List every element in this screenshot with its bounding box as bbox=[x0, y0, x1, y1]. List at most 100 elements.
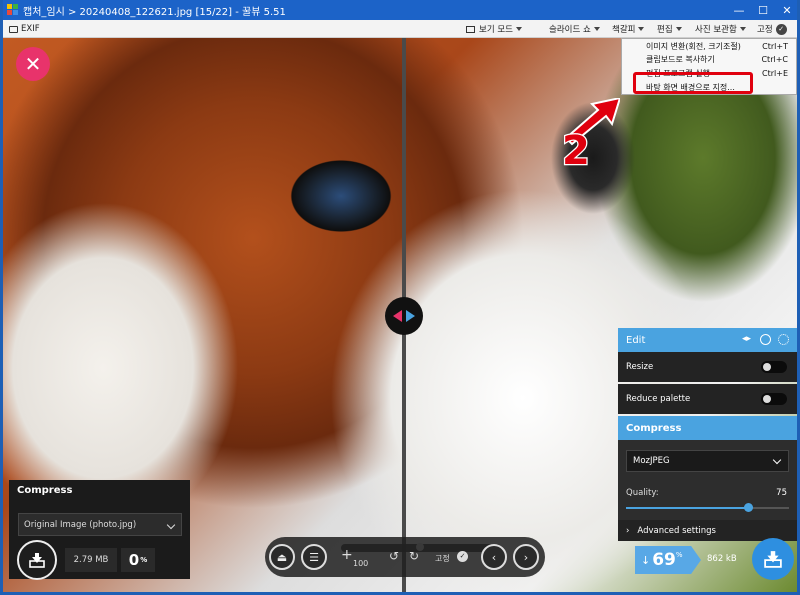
camera-icon bbox=[9, 25, 18, 33]
menu-bookmark[interactable]: 책갈피 bbox=[612, 20, 645, 38]
left-download-button[interactable] bbox=[17, 540, 57, 580]
quality-slider[interactable] bbox=[626, 503, 789, 512]
image-viewer[interactable]: ✕ 이미지 변환(회전, 크기조절) Ctrl+T 클립보드로 복사하기 Ctr… bbox=[3, 38, 797, 592]
context-item-image-transform[interactable]: 이미지 변환(회전, 크기조절) Ctrl+T bbox=[622, 40, 797, 53]
left-file-size: 2.79 MB bbox=[65, 548, 117, 572]
zoom-in-icon[interactable]: + bbox=[341, 547, 353, 563]
exif-button[interactable]: EXIF bbox=[9, 20, 40, 38]
right-percent-unit: % bbox=[675, 551, 683, 559]
left-compress-title: Compress bbox=[17, 485, 73, 496]
split-arrows-icon bbox=[393, 310, 415, 322]
context-item-label: 이미지 변환(회전, 크기조절) bbox=[646, 42, 741, 51]
advanced-settings-label: Advanced settings bbox=[637, 525, 716, 536]
toolbar: EXIF 보기 모드 슬라이드 쇼 책갈피 편집 사진 보관함 고정 ✓ bbox=[3, 20, 797, 38]
menu-edit-label: 편집 bbox=[657, 25, 673, 35]
down-arrow-icon: ↓ bbox=[641, 553, 651, 567]
resize-toggle[interactable] bbox=[761, 361, 787, 373]
compare-split-handle[interactable] bbox=[385, 297, 423, 335]
menu-photo-archive-label: 사진 보관함 bbox=[695, 25, 737, 35]
settings-alt-icon[interactable] bbox=[778, 334, 789, 345]
menu-view-mode[interactable]: 보기 모드 bbox=[466, 20, 522, 38]
step-annotation: 2 bbox=[554, 96, 622, 175]
right-download-button[interactable] bbox=[752, 538, 794, 580]
codec-selected: MozJPEG bbox=[633, 456, 670, 466]
close-compare-button[interactable]: ✕ bbox=[16, 47, 50, 81]
chevron-down-icon bbox=[675, 27, 682, 31]
chevron-down-icon bbox=[166, 520, 176, 530]
app-window: 캡처_임시 > 20240408_122621.jpg [15/22] - 꿀뷰… bbox=[0, 0, 800, 595]
resize-label: Resize bbox=[626, 362, 654, 372]
edit-panel-title: Edit bbox=[626, 334, 646, 346]
compress-section: Compress MozJPEG Quality: 75 › Advanced … bbox=[618, 416, 797, 541]
bottom-pin-label[interactable]: 고정 bbox=[435, 553, 450, 564]
left-format-select[interactable]: Original Image (photo.jpg) bbox=[18, 513, 182, 536]
left-percent-unit: % bbox=[140, 556, 148, 564]
quality-value: 75 bbox=[776, 488, 787, 498]
highlight-box bbox=[633, 72, 753, 94]
chevron-down-icon bbox=[772, 455, 782, 465]
compress-header: Compress bbox=[618, 416, 797, 440]
quality-label: Quality: bbox=[626, 488, 659, 498]
eject-button[interactable]: ⏏ bbox=[269, 544, 295, 570]
context-item-shortcut: Ctrl+T bbox=[762, 42, 788, 51]
left-format-selected: Original Image (photo.jpg) bbox=[24, 519, 137, 530]
quality-slider-thumb[interactable] bbox=[744, 503, 754, 512]
chevron-down-icon bbox=[638, 27, 645, 31]
rotate-left-icon[interactable]: ↺ bbox=[389, 549, 399, 563]
codec-select[interactable]: MozJPEG bbox=[626, 450, 789, 472]
quality-slider-fill bbox=[626, 507, 749, 509]
chevron-right-icon: › bbox=[523, 550, 529, 564]
left-percent-value: 0 bbox=[128, 551, 140, 569]
flip-icon[interactable]: ◂▸ bbox=[742, 334, 754, 346]
maximize-button[interactable]: ☐ bbox=[751, 0, 775, 20]
step-number: 2 bbox=[562, 128, 590, 168]
menu-photo-archive[interactable]: 사진 보관함 bbox=[695, 20, 746, 38]
menu-bookmark-label: 책갈피 bbox=[612, 25, 636, 35]
minimize-button[interactable]: — bbox=[727, 0, 751, 20]
app-logo-icon bbox=[7, 4, 19, 16]
download-icon bbox=[29, 553, 45, 568]
pin-button[interactable]: 고정 ✓ bbox=[757, 20, 787, 38]
edit-panel-header: Edit ◂▸ bbox=[618, 328, 797, 352]
window-title: 캡처_임시 > 20240408_122621.jpg [15/22] - 꿀뷰… bbox=[23, 6, 286, 18]
title-bar: 캡처_임시 > 20240408_122621.jpg [15/22] - 꿀뷰… bbox=[3, 0, 797, 20]
chevron-down-icon bbox=[739, 27, 746, 31]
context-item-shortcut: Ctrl+C bbox=[761, 55, 788, 64]
menu-view-mode-label: 보기 모드 bbox=[479, 25, 513, 35]
zoom-level: 100 bbox=[353, 559, 369, 568]
exif-label: EXIF bbox=[21, 24, 40, 34]
check-circle-icon: ✓ bbox=[775, 23, 787, 35]
reduce-palette-option: Reduce palette bbox=[618, 384, 797, 414]
menu-slideshow-label: 슬라이드 쇼 bbox=[549, 25, 591, 35]
chevron-down-icon bbox=[515, 27, 522, 31]
download-icon bbox=[764, 551, 782, 568]
chevron-right-icon: › bbox=[626, 525, 630, 536]
resize-option: Resize bbox=[618, 352, 797, 382]
bottom-control-bar: ⏏ ☰ + 100 ↺ ↻ 고정 ✓ ‹ › bbox=[265, 537, 545, 577]
rotate-right-icon[interactable]: ↻ bbox=[409, 549, 419, 563]
close-icon: ✕ bbox=[24, 52, 42, 76]
context-item-copy-clipboard[interactable]: 클립보드로 복사하기 Ctrl+C bbox=[622, 53, 797, 66]
context-item-label: 클립보드로 복사하기 bbox=[646, 55, 715, 64]
right-percent: ↓ 69 % bbox=[635, 546, 701, 574]
pin-label: 고정 bbox=[757, 25, 773, 35]
right-percent-value: 69 bbox=[652, 550, 676, 570]
settings-icon[interactable] bbox=[760, 334, 771, 345]
menu-edit[interactable]: 편집 bbox=[657, 20, 682, 38]
chevron-left-icon: ‹ bbox=[491, 550, 497, 564]
red-arrow-icon: 2 bbox=[561, 96, 622, 175]
menu-slideshow[interactable]: 슬라이드 쇼 bbox=[549, 20, 600, 38]
previous-button[interactable]: ‹ bbox=[481, 544, 507, 570]
left-percent: 0% bbox=[121, 548, 155, 572]
view-mode-icon bbox=[466, 25, 475, 33]
close-window-button[interactable]: ✕ bbox=[775, 0, 799, 20]
edit-panel: Edit ◂▸ bbox=[618, 328, 797, 352]
menu-button[interactable]: ☰ bbox=[301, 544, 327, 570]
check-circle-icon: ✓ bbox=[457, 551, 468, 562]
context-item-shortcut: Ctrl+E bbox=[762, 69, 788, 78]
right-file-size: 862 kB bbox=[707, 554, 737, 564]
next-button[interactable]: › bbox=[513, 544, 539, 570]
reduce-palette-label: Reduce palette bbox=[626, 394, 691, 404]
hamburger-icon: ☰ bbox=[309, 550, 319, 564]
reduce-palette-toggle[interactable] bbox=[761, 393, 787, 405]
